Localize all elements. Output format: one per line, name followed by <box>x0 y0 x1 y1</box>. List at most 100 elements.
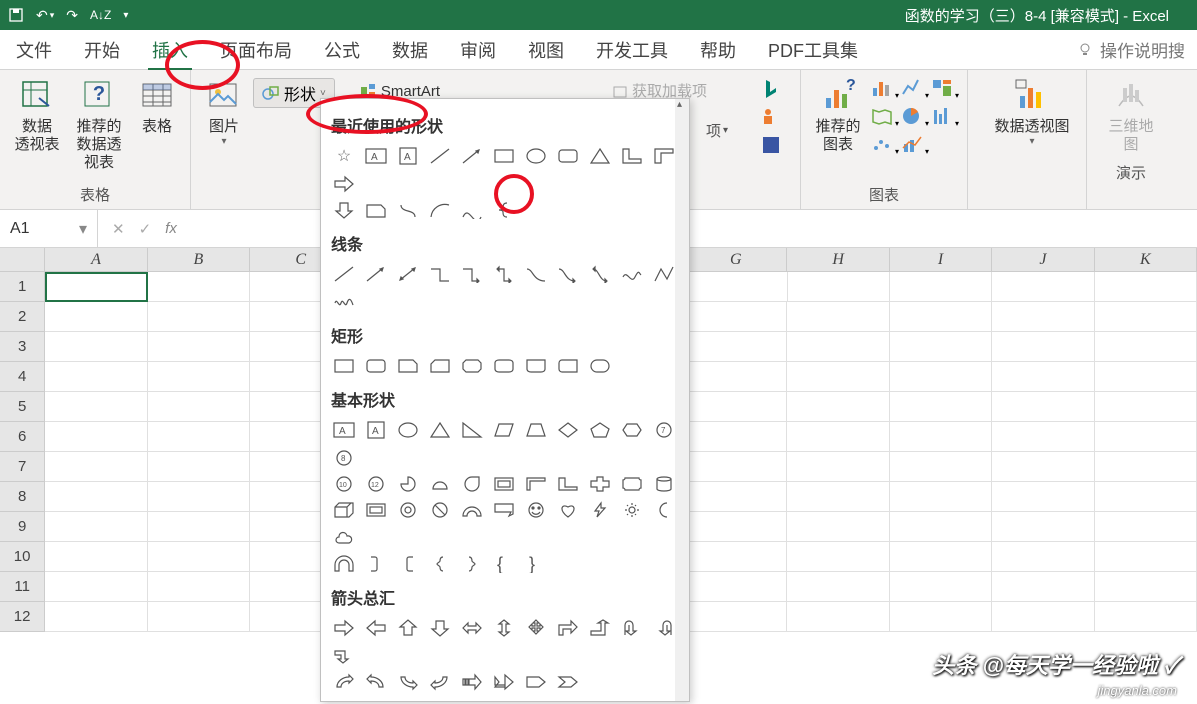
cell[interactable] <box>992 272 1094 302</box>
shapes-scrollbar[interactable] <box>675 99 689 701</box>
cell[interactable] <box>148 422 250 452</box>
basic-pie[interactable] <box>395 473 421 495</box>
cell[interactable] <box>788 272 890 302</box>
shape-triangle[interactable] <box>587 145 613 167</box>
arrow-curved4[interactable] <box>427 671 453 693</box>
basic-braces-pair-l[interactable]: { <box>491 553 517 575</box>
basic-plaque[interactable] <box>619 473 645 495</box>
basic-heart[interactable] <box>555 499 581 521</box>
cell[interactable] <box>787 482 889 512</box>
basic-cube[interactable] <box>331 499 357 521</box>
cell[interactable] <box>148 362 250 392</box>
shape-star[interactable]: ☆ <box>331 145 357 167</box>
line-free1[interactable] <box>619 263 645 285</box>
basic-noentry[interactable] <box>427 499 453 521</box>
basic-sun[interactable] <box>619 499 645 521</box>
cancel-formula-icon[interactable]: ✕ <box>112 220 125 238</box>
fx-icon[interactable]: fx <box>165 220 177 237</box>
recommended-pivot-button[interactable]: ? 推荐的 数据透视表 <box>70 74 128 176</box>
row-header[interactable]: 9 <box>0 512 45 542</box>
arrow-up[interactable] <box>395 617 421 639</box>
chart-pie-icon[interactable]: ▾ <box>901 106 929 132</box>
table-button[interactable]: 表格 <box>132 74 182 140</box>
pivot-chart-button[interactable]: 数据透视图 ▾ <box>986 74 1078 152</box>
shape-rect[interactable] <box>491 145 517 167</box>
arrow-chevron[interactable] <box>555 671 581 693</box>
cell[interactable] <box>787 542 889 572</box>
basic-frame[interactable] <box>491 473 517 495</box>
row-header[interactable]: 8 <box>0 482 45 512</box>
cell[interactable] <box>787 572 889 602</box>
cell[interactable] <box>992 422 1094 452</box>
cell[interactable] <box>148 542 250 572</box>
rect-9[interactable] <box>587 355 613 377</box>
tab-file[interactable]: 文件 <box>12 31 56 69</box>
shape-connector[interactable] <box>395 199 421 221</box>
shape-arc[interactable] <box>427 199 453 221</box>
line-curve3[interactable] <box>587 263 613 285</box>
arrow-quad[interactable] <box>523 617 549 639</box>
cell[interactable] <box>685 272 787 302</box>
basic-braces-pair-r[interactable]: } <box>523 553 549 575</box>
basic-bracket-l[interactable] <box>395 553 421 575</box>
cell[interactable] <box>685 302 787 332</box>
cell[interactable] <box>992 452 1094 482</box>
arrow-curved3[interactable] <box>395 671 421 693</box>
col-header-j[interactable]: J <box>992 248 1094 271</box>
cell[interactable] <box>787 392 889 422</box>
tab-review[interactable]: 审阅 <box>456 31 500 69</box>
shape-textbox[interactable]: A <box>363 145 389 167</box>
cell[interactable] <box>685 602 787 632</box>
basic-smiley[interactable] <box>523 499 549 521</box>
cell[interactable] <box>1095 542 1197 572</box>
rect-4[interactable] <box>427 355 453 377</box>
basic-hexagon[interactable] <box>619 419 645 441</box>
cell[interactable] <box>1095 482 1197 512</box>
arrow-down[interactable] <box>427 617 453 639</box>
col-header-g[interactable]: G <box>685 248 787 271</box>
col-header-i[interactable]: I <box>890 248 992 271</box>
rect-6[interactable] <box>491 355 517 377</box>
cell[interactable] <box>45 362 147 392</box>
cell[interactable] <box>45 542 147 572</box>
cell[interactable] <box>1095 422 1197 452</box>
enter-formula-icon[interactable]: ✓ <box>139 220 152 238</box>
cell[interactable] <box>45 482 147 512</box>
tab-insert[interactable]: 插入 <box>148 31 192 69</box>
cell[interactable] <box>45 332 147 362</box>
arrow-left[interactable] <box>363 617 389 639</box>
shape-flowchart[interactable] <box>363 199 389 221</box>
tell-me-search[interactable]: 操作说明搜 <box>1076 37 1185 62</box>
basic-para[interactable] <box>491 419 517 441</box>
tab-layout[interactable]: 页面布局 <box>216 31 296 69</box>
pivot-table-button[interactable]: 数据 透视表 <box>8 74 66 158</box>
tab-help[interactable]: 帮助 <box>696 31 740 69</box>
basic-rtriangle[interactable] <box>459 419 485 441</box>
cell[interactable] <box>787 452 889 482</box>
arrow-bent3[interactable] <box>331 645 357 667</box>
chart-hierarchy-icon[interactable]: ▾ <box>931 78 959 104</box>
cell[interactable] <box>1095 302 1197 332</box>
col-header-h[interactable]: H <box>787 248 889 271</box>
shape-arrow-right[interactable] <box>331 173 357 195</box>
cell[interactable] <box>890 452 992 482</box>
arrow-striped[interactable] <box>459 671 485 693</box>
line-scribble[interactable] <box>331 291 357 313</box>
shape-round-rect[interactable] <box>555 145 581 167</box>
line-curve2[interactable] <box>555 263 581 285</box>
cell[interactable] <box>1095 392 1197 422</box>
basic-heptagon[interactable]: 7 <box>651 419 677 441</box>
rect-1[interactable] <box>331 355 357 377</box>
cell[interactable] <box>685 572 787 602</box>
cell[interactable] <box>148 392 250 422</box>
cell[interactable] <box>992 572 1094 602</box>
arrow-pentagon[interactable] <box>523 671 549 693</box>
cell[interactable] <box>890 512 992 542</box>
cell[interactable] <box>45 452 147 482</box>
chart-scatter-icon[interactable]: ▾ <box>871 134 899 160</box>
basic-chord[interactable] <box>427 473 453 495</box>
shape-brace-left[interactable] <box>491 199 517 221</box>
arrow-bent1[interactable] <box>555 617 581 639</box>
cell[interactable] <box>1095 272 1197 302</box>
cell[interactable] <box>1095 602 1197 632</box>
